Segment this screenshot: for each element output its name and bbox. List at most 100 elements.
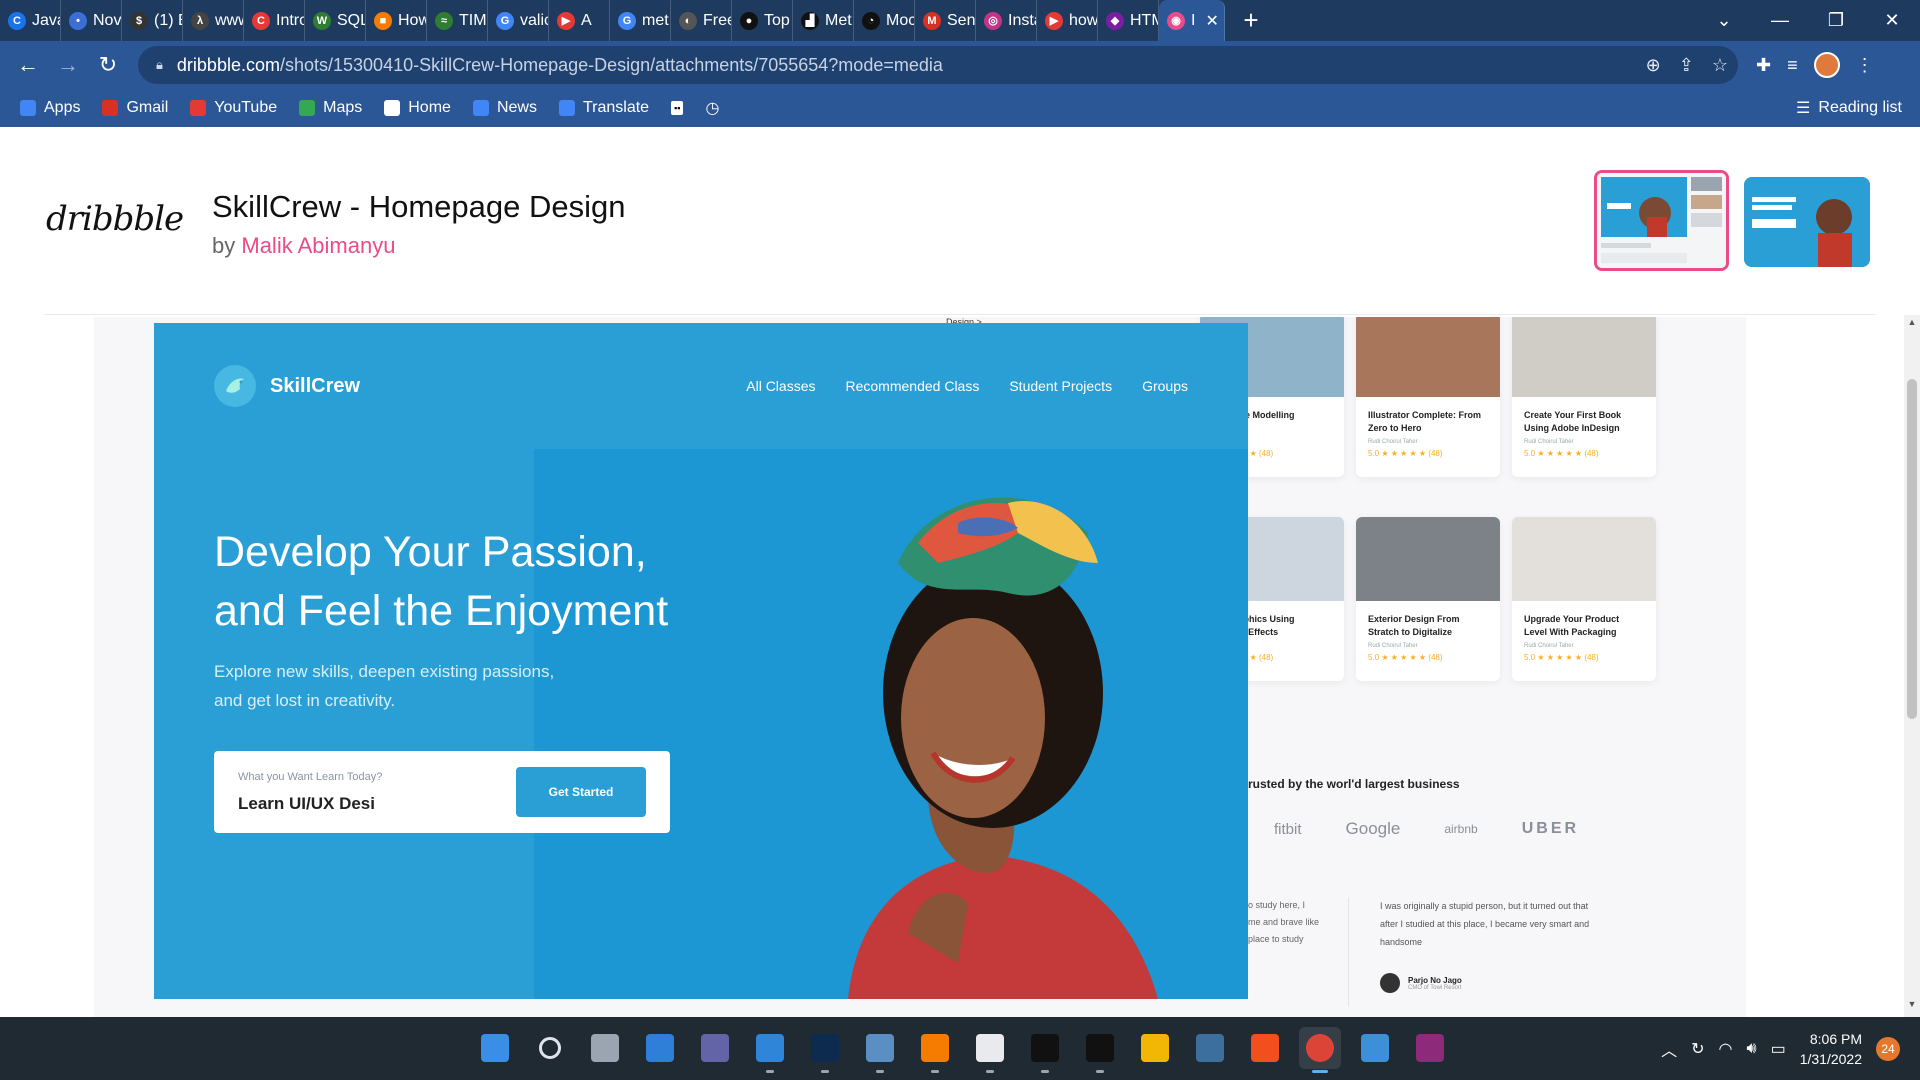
tab[interactable]: $ (1) E xyxy=(122,0,183,41)
tab[interactable]: W SQL xyxy=(305,0,366,41)
extension-bookmark-icon[interactable]: ▪▪ xyxy=(671,101,684,115)
media-control-icon[interactable]: ≡ xyxy=(1787,55,1798,76)
tab[interactable]: ▟ Met xyxy=(793,0,854,41)
course-card[interactable]: Create Your First Book Using Adobe InDes… xyxy=(1512,317,1656,477)
extensions-icon[interactable]: ✚ xyxy=(1756,55,1771,76)
nav-all-classes[interactable]: All Classes xyxy=(746,378,815,394)
back-button[interactable]: ← xyxy=(8,45,48,85)
tab-active[interactable]: ◉ I ✕ xyxy=(1159,0,1225,41)
nav-groups[interactable]: Groups xyxy=(1142,378,1188,394)
bookmark-maps[interactable]: Maps xyxy=(299,99,362,117)
new-tab-button[interactable]: + xyxy=(1233,5,1269,36)
file-explorer-icon[interactable] xyxy=(1134,1027,1176,1069)
course-card[interactable]: Upgrade Your Product Level With Packagin… xyxy=(1512,517,1656,681)
scroll-down-arrow[interactable]: ▼ xyxy=(1904,999,1920,1015)
restore-button[interactable]: ❐ xyxy=(1808,10,1864,31)
hero-search-box[interactable]: What you Want Learn Today? Learn UI/UX D… xyxy=(214,751,670,833)
tab[interactable]: C Java xyxy=(0,0,61,41)
tab[interactable]: ◐ Free xyxy=(671,0,732,41)
url-text[interactable]: dribbble.com/shots/15300410-SkillCrew-Ho… xyxy=(177,55,943,76)
reload-button[interactable]: ↻ xyxy=(88,45,128,85)
tab[interactable]: ◆ HTM xyxy=(1098,0,1159,41)
tab[interactable]: ◔ Moc xyxy=(854,0,915,41)
bookmark-translate[interactable]: Translate xyxy=(558,99,649,117)
tab[interactable]: Gmet xyxy=(610,0,671,41)
command-prompt-icon[interactable] xyxy=(1079,1027,1121,1073)
attachment-thumbnail-2[interactable] xyxy=(1744,177,1870,267)
page-scrollbar[interactable]: ▲ ▼ xyxy=(1904,315,1920,1017)
shot-image[interactable]: Design > hitecture Modelling ng RevitCho… xyxy=(94,317,1746,1017)
chrome-icon[interactable] xyxy=(1299,1027,1341,1073)
close-window-button[interactable]: ✕ xyxy=(1864,10,1920,31)
bookmark-star-icon[interactable]: ☆ xyxy=(1712,55,1728,76)
reading-list-button[interactable]: ☰ Reading list xyxy=(1796,98,1902,118)
bookmark-news[interactable]: News xyxy=(472,99,537,117)
hero-headline: Develop Your Passion, and Feel the Enjoy… xyxy=(214,523,668,641)
tab[interactable]: ■ How xyxy=(366,0,427,41)
vscode-icon[interactable] xyxy=(749,1027,791,1073)
profile-avatar[interactable] xyxy=(1813,52,1840,78)
xampp-icon[interactable] xyxy=(914,1027,956,1073)
browser-menu-icon[interactable]: ⋮ xyxy=(1856,55,1874,76)
tab[interactable]: ▶ A xyxy=(549,0,610,41)
author-link[interactable]: Malik Abimanyu xyxy=(241,233,395,258)
task-view-icon[interactable] xyxy=(584,1027,626,1069)
battery-icon[interactable]: ▭ xyxy=(1771,1039,1786,1059)
minimize-button[interactable]: — xyxy=(1752,10,1808,31)
bookmark-home[interactable]: Home xyxy=(384,99,451,117)
figma-glyph xyxy=(1251,1034,1279,1062)
scroll-up-arrow[interactable]: ▲ xyxy=(1904,317,1920,333)
attachment-thumbnail-1[interactable] xyxy=(1594,170,1729,271)
tab[interactable]: ▶ how xyxy=(1037,0,1098,41)
history-icon[interactable]: ◷ xyxy=(705,98,719,118)
tab[interactable]: C Intro xyxy=(244,0,305,41)
scroll-thumb[interactable] xyxy=(1907,379,1917,719)
clock[interactable]: 8:06 PM 1/31/2022 xyxy=(1800,1029,1862,1069)
bookmark-youtube[interactable]: YouTube xyxy=(190,99,277,117)
course-card[interactable]: Illustrator Complete: From Zero to Hero R… xyxy=(1356,317,1500,477)
tab[interactable]: ◎ Insta xyxy=(976,0,1037,41)
get-started-button[interactable]: Get Started xyxy=(516,767,646,817)
resource-monitor-icon[interactable] xyxy=(859,1027,901,1073)
address-bar[interactable]: 🔒︎ dribbble.com/shots/15300410-SkillCrew… xyxy=(138,46,1738,84)
tab-close-icon[interactable]: ✕ xyxy=(1205,11,1218,31)
tab-search-icon[interactable]: ⌄ xyxy=(1696,10,1752,31)
terminal-icon[interactable] xyxy=(1024,1027,1066,1073)
tab[interactable]: • Nov xyxy=(61,0,122,41)
course-card[interactable]: Exterior Design From Stratch to Digitali… xyxy=(1356,517,1500,681)
zoom-icon[interactable]: ⊕ xyxy=(1646,55,1661,76)
notification-badge[interactable]: 24 xyxy=(1876,1036,1900,1061)
tab[interactable]: Gvalic xyxy=(488,0,549,41)
winrar-icon[interactable] xyxy=(1409,1027,1451,1069)
start-icon[interactable] xyxy=(474,1027,516,1069)
tab-label: how xyxy=(1069,11,1098,29)
slack-icon[interactable] xyxy=(969,1027,1011,1073)
bookmark-gmail[interactable]: Gmail xyxy=(102,99,168,117)
search-label: What you Want Learn Today? xyxy=(238,771,383,783)
remote-desktop-icon[interactable] xyxy=(1189,1027,1231,1069)
search-icon[interactable] xyxy=(529,1027,571,1069)
tab[interactable]: λwww xyxy=(183,0,244,41)
dribbble-logo[interactable]: dribbble xyxy=(46,199,184,239)
tab[interactable]: ● Top xyxy=(732,0,793,41)
tray-overflow-icon[interactable]: ︿ xyxy=(1661,1037,1677,1061)
tab[interactable]: ≈ TIMI xyxy=(427,0,488,41)
photoshop-icon[interactable] xyxy=(804,1027,846,1073)
search-input[interactable]: Learn UI/UX Desi xyxy=(238,794,375,814)
headline-line-2: and Feel the Enjoyment xyxy=(214,587,669,635)
nav-recommended-class[interactable]: Recommended Class xyxy=(846,378,980,394)
sync-icon[interactable]: ↻ xyxy=(1691,1039,1704,1059)
forward-button[interactable]: → xyxy=(48,45,88,85)
resource-monitor-glyph xyxy=(866,1034,894,1062)
tab[interactable]: M Sent xyxy=(915,0,976,41)
nav-student-projects[interactable]: Student Projects xyxy=(1009,378,1112,394)
photos-icon[interactable] xyxy=(1354,1027,1396,1069)
widgets-icon[interactable] xyxy=(639,1027,681,1069)
share-icon[interactable]: ⇪ xyxy=(1679,55,1694,76)
wifi-icon[interactable]: ◠ xyxy=(1719,1039,1733,1059)
figma-icon[interactable] xyxy=(1244,1027,1286,1069)
lock-icon[interactable]: 🔒︎ xyxy=(156,57,163,73)
bookmark-apps[interactable]: Apps xyxy=(20,99,80,117)
volume-icon[interactable]: 🔊︎ xyxy=(1746,1040,1756,1058)
teams-chat-icon[interactable] xyxy=(694,1027,736,1069)
